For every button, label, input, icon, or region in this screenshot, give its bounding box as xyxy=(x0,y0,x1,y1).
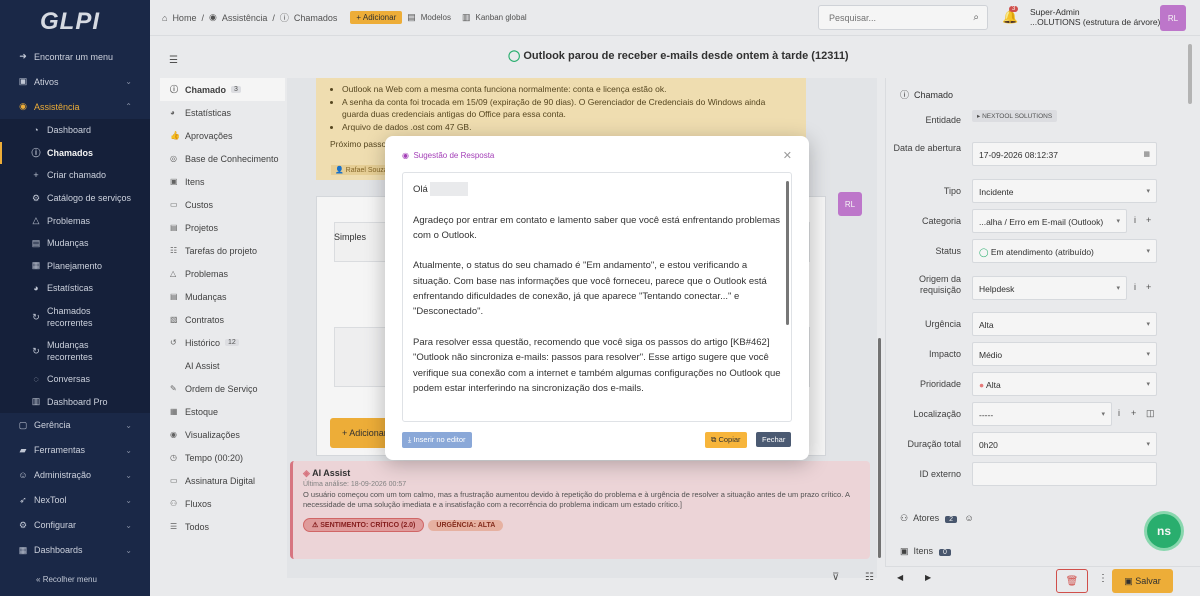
suggestion-paragraph: Atualmente, o status do seu chamado é "E… xyxy=(413,260,767,318)
reply-suggestion-modal: ◉ Sugestão de Resposta ✕ Olá Agradeço po… xyxy=(385,136,809,460)
suggestion-greeting: Olá xyxy=(413,184,428,195)
suggestion-paragraph: Para resolver essa questão, recomendo qu… xyxy=(413,336,781,394)
download-icon: ⤓ xyxy=(408,435,412,444)
close-button[interactable]: Fechar xyxy=(756,432,792,447)
redacted-name xyxy=(430,182,469,197)
insert-editor-button-label: Inserir no editor xyxy=(413,435,466,444)
insert-editor-button[interactable]: ⤓ Inserir no editor xyxy=(402,432,472,448)
copy-button-label: Copiar xyxy=(718,435,741,444)
suggestion-paragraph: Olá xyxy=(413,182,781,197)
modal-scrollbar[interactable] xyxy=(786,181,789,325)
close-icon[interactable]: ✕ xyxy=(783,149,792,162)
suggestion-paragraph: Agradeço por entrar em contato e lamento… xyxy=(413,214,781,241)
modal-title-text: Sugestão de Resposta xyxy=(413,151,495,160)
ai-bulb-icon: ◉ xyxy=(402,151,409,160)
copy-button[interactable]: ⧉ Copiar xyxy=(705,432,747,448)
suggestion-text[interactable]: Olá Agradeço por entrar em contato e lam… xyxy=(402,172,792,422)
modal-title: ◉ Sugestão de Resposta xyxy=(402,151,494,160)
copy-icon: ⧉ xyxy=(711,435,717,444)
